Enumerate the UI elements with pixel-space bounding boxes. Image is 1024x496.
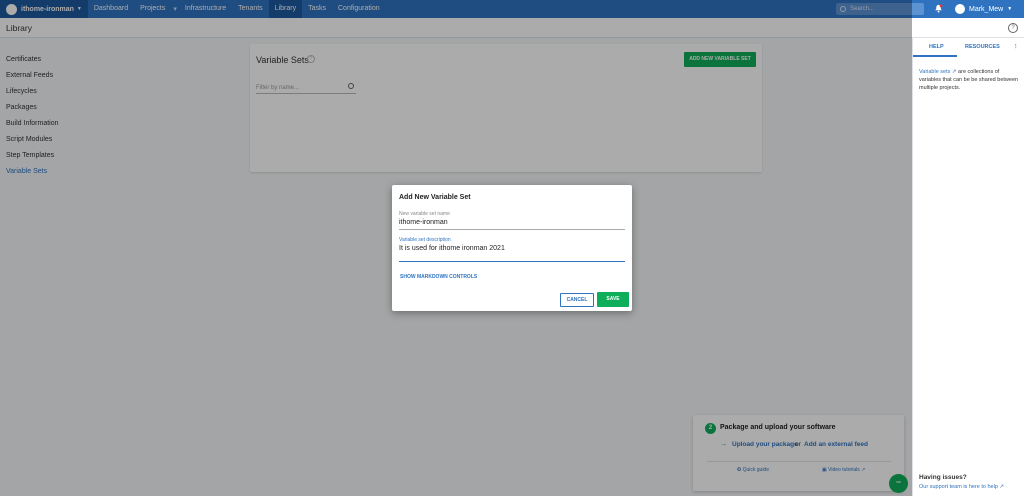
support-text: Our support team is here to help [919,484,998,490]
external-link-icon: ↗ [997,484,1005,490]
help-panel: HELP RESOURCES ⋮ Variable sets ↗ are col… [912,38,1024,496]
chevron-down-icon: ▼ [1007,6,1013,12]
name-field-underline [399,229,625,230]
user-name: Mark_Mew [969,5,1004,13]
help-text: Variable sets ↗ are collections of varia… [919,68,1019,92]
user-menu[interactable]: Mark_Mew ▼ [955,3,1012,15]
add-variable-set-dialog: Add New Variable Set New variable set na… [392,185,632,311]
description-field-label: Variable set description [399,237,451,243]
description-field[interactable]: It is used for ithome ironman 2021 [399,245,505,252]
variable-sets-help-link[interactable]: Variable sets [919,69,950,75]
show-markdown-controls-button[interactable]: SHOW MARKDOWN CONTROLS [400,274,477,280]
tab-help[interactable]: HELP [929,44,944,50]
name-field[interactable]: ithome-ironman [399,219,448,226]
support-link[interactable]: Our support team is here to help ↗ [919,484,1004,490]
cancel-button[interactable]: CANCEL [560,293,594,307]
more-options-icon[interactable]: ⋮ [1013,44,1019,50]
description-field-underline [399,261,625,262]
save-button[interactable]: SAVE [597,292,629,307]
dialog-title: Add New Variable Set [399,194,471,201]
help-toggle-icon[interactable]: ? [1008,23,1018,33]
notification-bell-icon[interactable] [934,4,943,13]
issues-title: Having issues? [919,474,967,481]
active-tab-indicator [913,55,957,57]
avatar [955,4,965,14]
name-field-label: New variable set name [399,211,450,217]
tab-resources[interactable]: RESOURCES [965,44,1000,50]
